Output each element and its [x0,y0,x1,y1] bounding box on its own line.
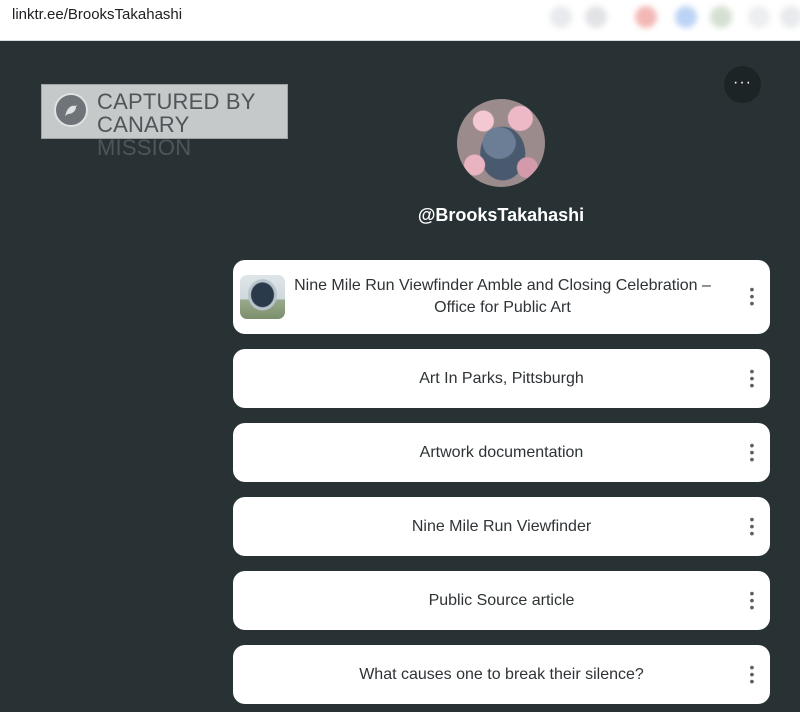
link-label: Art In Parks, Pittsburgh [419,369,584,387]
link-button[interactable]: Nine Mile Run Viewfinder Amble and Closi… [233,260,770,334]
canary-mission-watermark: CAPTURED BY CANARY MISSION [41,84,288,159]
extension-icon[interactable] [550,6,572,28]
kebab-menu-icon[interactable]: • • • [746,438,758,466]
watermark-text: CAPTURED BY CANARY MISSION [97,90,287,159]
link-button[interactable]: Art In Parks, Pittsburgh • • • [233,349,770,408]
link-label: Nine Mile Run Viewfinder [411,517,592,535]
kebab-menu-icon[interactable]: • • • [746,282,758,310]
kebab-menu-icon[interactable]: • • • [746,364,758,392]
browser-address-bar[interactable]: linktr.ee/BrooksTakahashi [0,0,800,41]
link-thumbnail [240,275,285,319]
link-label: What causes one to break their silence? [359,665,644,683]
extension-icon[interactable] [748,6,770,28]
extension-icon[interactable] [710,6,732,28]
profile-handle: @BrooksTakahashi [417,205,585,225]
more-options-button[interactable]: ··· [724,66,761,103]
kebab-menu-icon[interactable]: • • • [746,660,758,688]
extension-icon[interactable] [675,6,697,28]
link-label: Artwork documentation [419,443,584,461]
watermark-line-2: CANARY MISSION [97,112,192,160]
link-label-line-2: Office for Public Art [434,299,571,316]
link-button[interactable]: Public Source article • • • [233,571,770,630]
extension-icon[interactable] [780,6,800,28]
link-label-line-1: Nine Mile Run Viewfinder Amble and Closi… [294,277,711,294]
link-label: Nine Mile Run Viewfinder Amble and Closi… [242,275,761,319]
link-button[interactable]: What causes one to break their silence? … [233,645,770,704]
link-label: Public Source article [428,591,575,609]
watermark-line-1: CAPTURED BY [97,89,256,114]
kebab-menu-icon[interactable]: • • • [746,512,758,540]
link-button[interactable]: Nine Mile Run Viewfinder • • • [233,497,770,556]
avatar [457,99,545,187]
extension-icon[interactable] [585,6,607,28]
extension-icon[interactable] [635,6,657,28]
url-text[interactable]: linktr.ee/BrooksTakahashi [12,6,182,23]
link-button[interactable]: Artwork documentation • • • [233,423,770,482]
bird-logo-icon [54,93,88,127]
kebab-menu-icon[interactable]: • • • [746,586,758,614]
